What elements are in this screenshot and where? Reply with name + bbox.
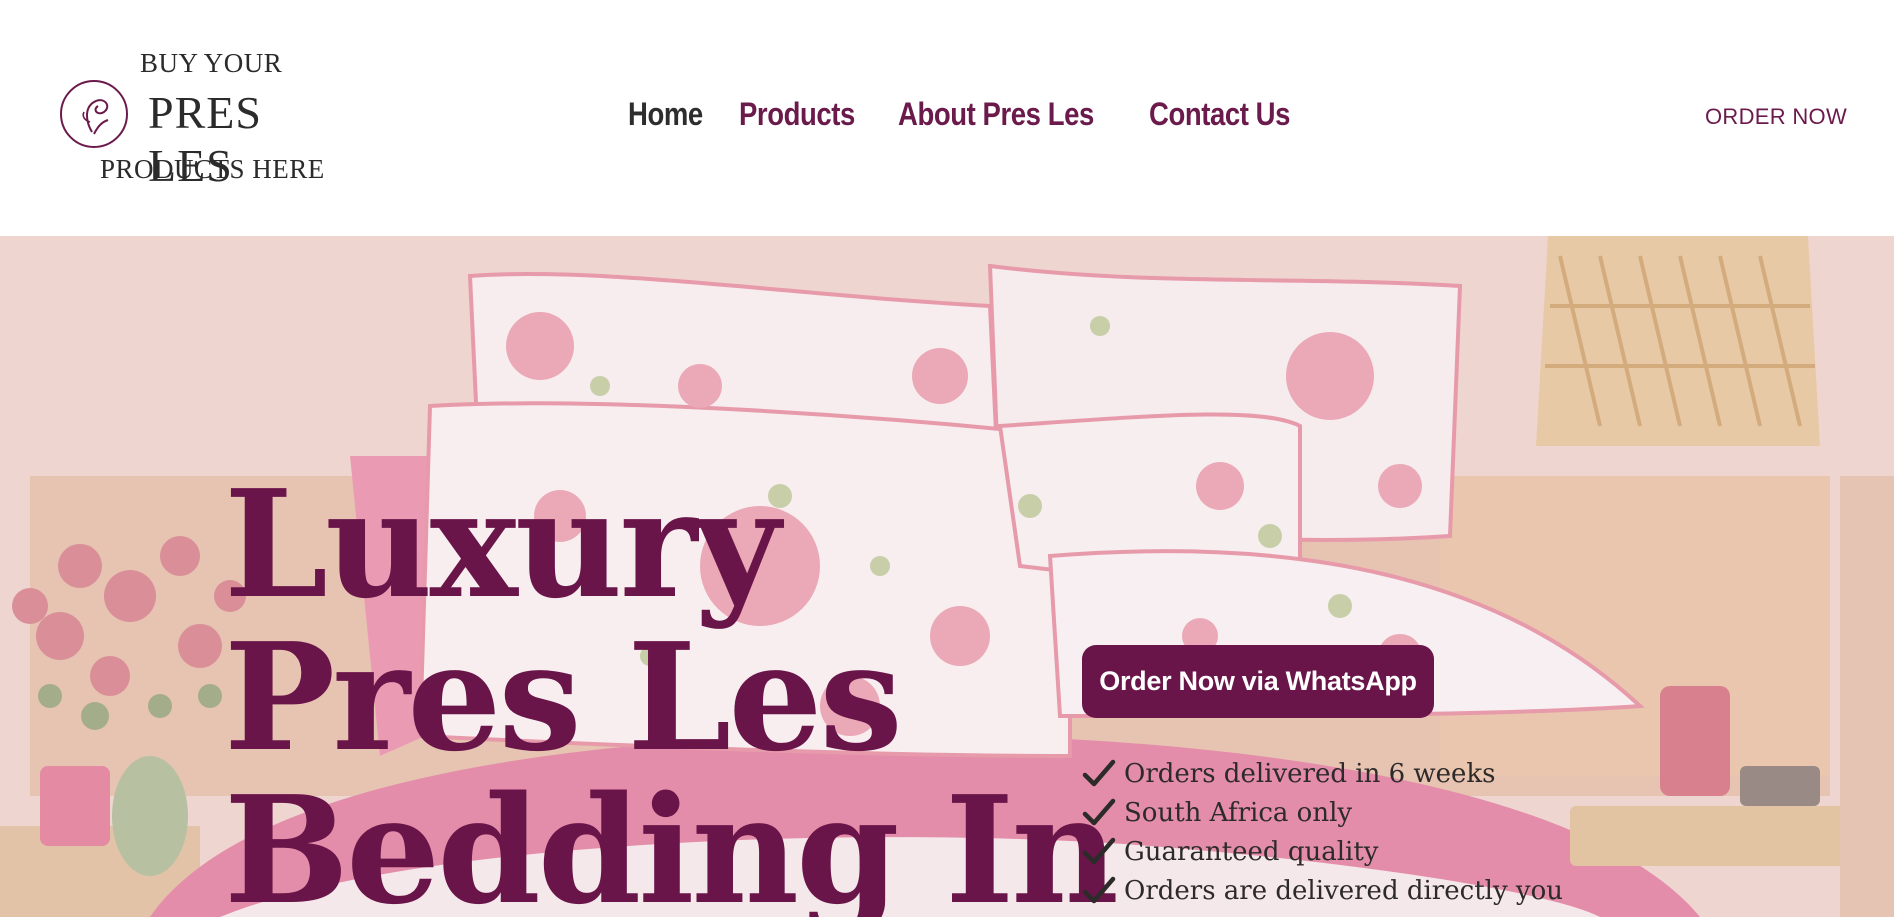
nav-products[interactable]: Products — [739, 96, 855, 133]
feature-text: South Africa only — [1124, 797, 1353, 828]
hero-title: Luxury Pres Les Bedding In — [224, 457, 1119, 917]
list-item: Orders delivered in 6 weeks — [1082, 754, 1563, 793]
feature-text: Guaranteed quality — [1124, 836, 1379, 867]
nav-about[interactable]: About Pres Les — [898, 96, 1094, 133]
list-item: Guaranteed quality — [1082, 832, 1563, 871]
feature-text: Orders are delivered directly you — [1124, 875, 1563, 906]
whatsapp-order-button[interactable]: Order Now via WhatsApp — [1082, 645, 1434, 718]
hero-title-line: Pres Les — [224, 610, 903, 784]
hero-title-line: Luxury — [224, 457, 780, 631]
hero-title-line: Bedding In — [224, 763, 1119, 917]
list-item: South Africa only — [1082, 793, 1563, 832]
hero-section: Luxury Pres Les Bedding In Order Now via… — [0, 236, 1894, 917]
nav-home[interactable]: Home — [628, 96, 703, 133]
main-nav: Home Products About Pres Les Contact Us — [628, 96, 1299, 133]
feature-list: Orders delivered in 6 weeks South Africa… — [1082, 754, 1563, 910]
site-logo[interactable]: BUY YOUR PRES LES PRODUCTS HERE — [60, 44, 340, 194]
check-icon — [1082, 837, 1116, 864]
feature-text: Orders delivered in 6 weeks — [1124, 758, 1496, 789]
order-now-link[interactable]: ORDER NOW — [1705, 104, 1847, 130]
list-item: Orders are delivered directly you — [1082, 871, 1563, 910]
logo-bottom-line: PRODUCTS HERE — [100, 154, 325, 184]
logo-top-line: BUY YOUR — [140, 48, 283, 78]
site-header: BUY YOUR PRES LES PRODUCTS HERE Home Pro… — [0, 0, 1894, 236]
check-icon — [1082, 759, 1116, 786]
check-icon — [1082, 876, 1116, 903]
nav-contact[interactable]: Contact Us — [1149, 96, 1290, 133]
rose-logo-icon — [60, 80, 128, 148]
check-icon — [1082, 798, 1116, 825]
